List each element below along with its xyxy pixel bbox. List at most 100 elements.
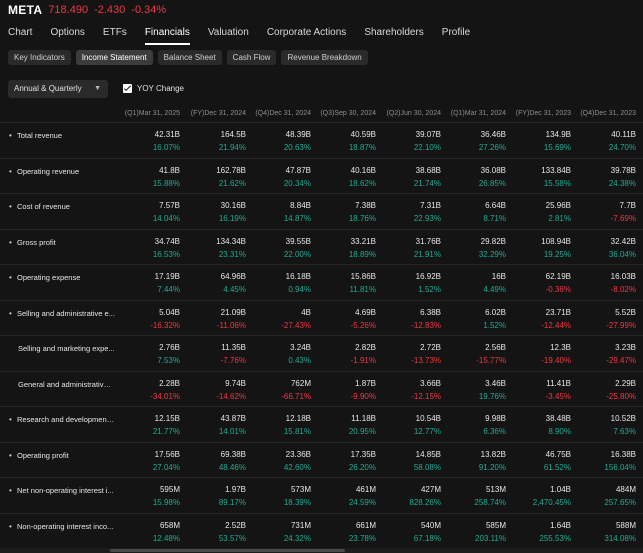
table-row[interactable]: • Gross profit 34.74B 134.34B 39.55B 33.21B 31…: [0, 230, 643, 265]
cell-value: 31.76B: [415, 236, 441, 246]
cell-yoy-change: 21.74%: [413, 178, 441, 188]
cell-yoy-change: 2,470.45%: [532, 498, 571, 507]
cell-value: 40.59B: [350, 130, 376, 139]
cell-yoy-change: 53.57%: [218, 533, 246, 543]
row-label: Operating profit: [17, 450, 69, 460]
cell-value: 69.38B: [220, 449, 246, 459]
cell-yoy-change: 6.36%: [483, 427, 506, 436]
cell-yoy-change: 23.31%: [218, 249, 246, 259]
price-change: -2.430: [94, 4, 126, 16]
cell-value: 588M: [615, 520, 636, 530]
cell-value: 762M: [290, 378, 311, 388]
cell-value: 16.92B: [415, 272, 441, 281]
cell-yoy-change: 11.81%: [349, 285, 376, 294]
column-header: (Q1)Mar 31, 2025: [124, 110, 180, 117]
cell-value: 12.15B: [154, 414, 180, 423]
cell-yoy-change: 89.17%: [218, 498, 246, 507]
table-row[interactable]: Selling and marketing expe... 2.76B 11.35B…: [0, 336, 643, 372]
bullet-icon: •: [9, 131, 12, 140]
cell-value: 1.97B: [225, 485, 246, 494]
tab-profile[interactable]: Profile: [442, 24, 470, 42]
cell-value: 2.28B: [159, 378, 180, 388]
tab-corporate-actions[interactable]: Corporate Actions: [267, 24, 347, 42]
cell-value: 34.74B: [154, 236, 180, 246]
cell-yoy-change: 67.18%: [413, 533, 441, 543]
cell-yoy-change: 8.90%: [548, 427, 571, 436]
row-label: Non-operating interest inco...: [17, 521, 114, 531]
cell-yoy-change: -13.73%: [411, 356, 441, 365]
cell-value: 11.35B: [221, 343, 246, 352]
cell-value: 36.46B: [480, 130, 506, 139]
cell-value: 1.87B: [355, 378, 376, 388]
cell-yoy-change: 15.58%: [543, 178, 571, 188]
financials-subtabs: Key Indicators Income Statement Balance Sh…: [8, 50, 368, 65]
price-change-percent: -0.34%: [131, 4, 167, 16]
cell-value: 40.16B: [350, 165, 376, 175]
cell-value: 6.38B: [420, 307, 441, 317]
subtab-cash-flow[interactable]: Cash Flow: [226, 50, 277, 65]
subtab-income-statement[interactable]: Income Statement: [75, 50, 153, 65]
column-header: (Q1)Mar 31, 2024: [450, 110, 506, 117]
cell-yoy-change: 18.39%: [283, 498, 311, 507]
tab-valuation[interactable]: Valuation: [208, 24, 249, 42]
table-row[interactable]: • Operating expense 17.19B 64.96B 16.18B 15.8…: [0, 265, 643, 301]
tab-etfs[interactable]: ETFs: [103, 24, 127, 42]
subtab-key-indicators[interactable]: Key Indicators: [8, 50, 71, 65]
cell-yoy-change: 24.32%: [283, 533, 311, 543]
table-row[interactable]: • Operating revenue 41.8B 162.78B 47.87B 40.1…: [0, 159, 643, 194]
row-label: General and administrative ...: [18, 379, 115, 389]
table-row[interactable]: • Operating profit 17.56B 69.38B 23.36B 17.35…: [0, 443, 643, 478]
cell-value: 133.84B: [541, 165, 571, 175]
row-label: Selling and marketing expe...: [18, 344, 115, 353]
table-row[interactable]: • Non-operating interest inco... 658M 2.52B…: [0, 514, 643, 549]
cell-value: 16.38B: [610, 449, 636, 459]
bullet-icon: •: [9, 450, 12, 460]
cell-yoy-change: 58.08%: [413, 462, 441, 472]
period-select[interactable]: Annual & Quarterly ▼: [8, 80, 108, 98]
cell-value: 47.87B: [285, 165, 311, 175]
table-row[interactable]: • Total revenue 42.31B 164.5B 48.39B 40.59B 39…: [0, 123, 643, 159]
cell-value: 17.35B: [350, 449, 376, 459]
cell-yoy-change: 12.77%: [413, 427, 441, 436]
tab-financials[interactable]: Financials: [144, 24, 190, 45]
subtab-revenue-breakdown[interactable]: Revenue Breakdown: [281, 50, 368, 65]
cell-yoy-change: 27.04%: [152, 462, 180, 472]
cell-yoy-change: -15.77%: [476, 356, 506, 365]
cell-value: 48.39B: [285, 130, 311, 139]
yoy-change-toggle[interactable]: YOY Change: [123, 84, 184, 93]
scrollbar-thumb[interactable]: [110, 549, 345, 552]
cell-value: 2.76B: [159, 343, 180, 352]
cell-yoy-change: 1.52%: [418, 285, 441, 294]
cell-value: 6.64B: [485, 201, 506, 210]
tab-chart[interactable]: Chart: [8, 24, 32, 42]
row-label: Operating expense: [17, 273, 81, 282]
cell-value: 39.78B: [610, 165, 636, 175]
cell-yoy-change: -19.40%: [541, 356, 571, 365]
horizontal-scrollbar[interactable]: [0, 548, 643, 553]
table-row[interactable]: • Net non-operating interest i... 595M 1.97…: [0, 478, 643, 514]
cell-yoy-change: 18.62%: [348, 178, 376, 188]
cell-yoy-change: 48.46%: [218, 462, 246, 472]
cell-yoy-change: 7.53%: [157, 356, 180, 365]
cell-yoy-change: -5.26%: [350, 320, 376, 330]
cell-value: 427M: [420, 485, 441, 494]
yoy-checkbox[interactable]: [123, 84, 132, 93]
tab-options[interactable]: Options: [50, 24, 84, 42]
cell-value: 36.08B: [480, 165, 506, 175]
cell-value: 2.29B: [615, 378, 636, 388]
table-row[interactable]: • Research and development ... 12.15B 43.87…: [0, 407, 643, 443]
subtab-balance-sheet[interactable]: Balance Sheet: [157, 50, 222, 65]
cell-value: 32.42B: [610, 236, 636, 246]
cell-yoy-change: 20.63%: [283, 143, 311, 152]
cell-value: 46.75B: [545, 449, 571, 459]
table-row[interactable]: • Selling and administrative e... 5.04B 21.…: [0, 301, 643, 336]
cell-yoy-change: -25.80%: [606, 391, 636, 401]
cell-value: 108.94B: [541, 236, 571, 246]
cell-value: 5.04B: [159, 307, 180, 317]
cell-yoy-change: 15.69%: [543, 143, 571, 152]
tab-shareholders[interactable]: Shareholders: [364, 24, 423, 42]
table-row[interactable]: • Cost of revenue 7.57B 30.16B 8.84B 7.38B 7.3…: [0, 194, 643, 230]
cell-value: 573M: [290, 485, 311, 494]
table-row[interactable]: General and administrative ... 2.28B 9.74B…: [0, 372, 643, 407]
column-header: (Q4)Dec 31, 2024: [255, 110, 311, 117]
